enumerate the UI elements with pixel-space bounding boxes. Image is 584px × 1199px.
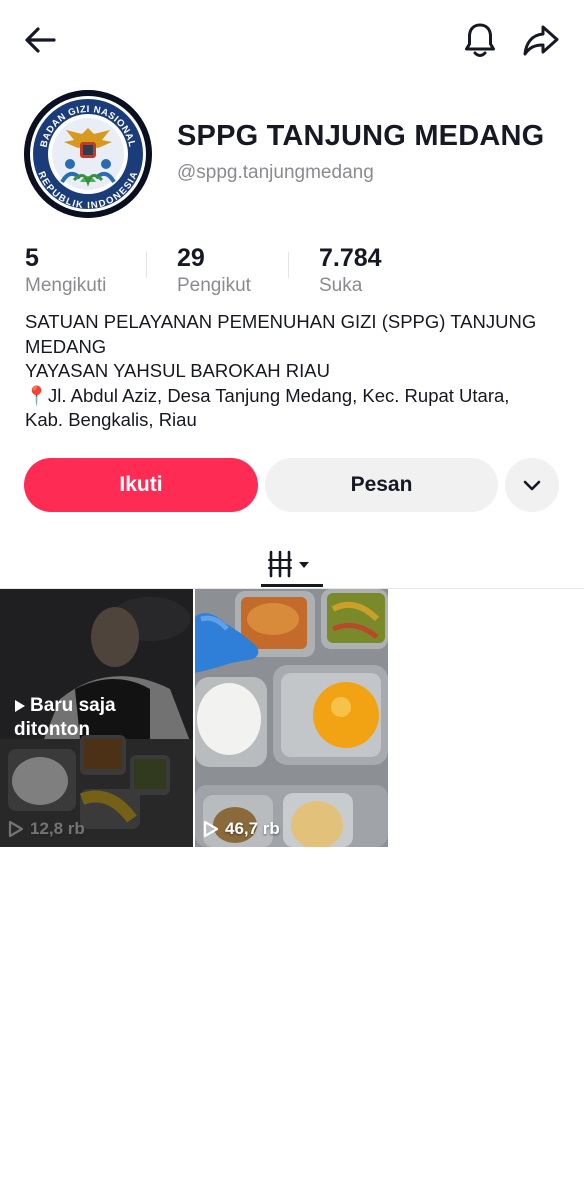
view-count-value: 12,8 rb (30, 819, 85, 838)
video-thumbnail[interactable]: 46,7 rb (195, 589, 388, 847)
stat-divider (288, 252, 289, 278)
recently-watched-line1: Baru saja (30, 695, 116, 716)
video-thumbnail-image (195, 589, 388, 847)
active-tab-indicator (261, 584, 323, 587)
tab-videos[interactable] (261, 540, 323, 586)
view-count: 12,8 rb (8, 819, 85, 839)
profile-name: SPPG TANJUNG MEDANG (177, 120, 545, 152)
view-count: 46,7 rb (203, 819, 280, 839)
badan-gizi-logo: BADAN GIZI NASIONAL REPUBLIK INDONESIA (24, 90, 152, 218)
more-options-button[interactable] (505, 458, 559, 512)
play-outline-icon (8, 820, 24, 838)
chevron-down-icon (523, 480, 541, 491)
grid-columns-icon (268, 550, 309, 578)
stat-likes[interactable]: 7.784 Suka (319, 243, 382, 298)
stat-likes-label: Suka (319, 275, 363, 296)
stat-following[interactable]: 5 Mengikuti (25, 243, 106, 298)
bio-line: YAYASAN YAHSUL BAROKAH RIAU (25, 360, 330, 381)
stat-likes-value: 7.784 (319, 244, 382, 272)
recently-watched-overlay: Baru saja ditonton (14, 694, 116, 742)
stat-followers-label: Pengikut (177, 275, 251, 296)
stat-followers-value: 29 (177, 244, 205, 272)
bio-line: MEDANG (25, 335, 107, 357)
avatar[interactable]: BADAN GIZI NASIONAL REPUBLIK INDONESIA (24, 90, 152, 218)
message-button[interactable]: Pesan (265, 458, 498, 512)
profile-handle: @sppg.tanjungmedang (177, 162, 374, 183)
share-button[interactable] (518, 18, 564, 62)
stat-followers[interactable]: 29 Pengikut (177, 243, 251, 298)
follow-button[interactable]: Ikuti (24, 458, 258, 512)
play-icon (15, 700, 25, 712)
bio-line: SATUAN PELAYANAN PEMENUHAN GIZI (SPPG) T… (25, 311, 537, 332)
share-arrow-icon (523, 25, 559, 56)
back-button[interactable] (18, 20, 62, 60)
profile-bio: SATUAN PELAYANAN PEMENUHAN GIZI (SPPG) T… (25, 310, 570, 433)
stat-following-label: Mengikuti (25, 275, 107, 296)
stat-following-value: 5 (25, 244, 39, 272)
view-count-value: 46,7 rb (225, 819, 280, 838)
stat-divider (146, 252, 147, 278)
bio-line: Kab. Bengkalis, Riau (25, 409, 197, 430)
bio-line: 📍Jl. Abdul Aziz, Desa Tanjung Medang, Ke… (25, 384, 510, 406)
video-thumbnail[interactable]: Baru saja ditonton 12,8 rb (0, 589, 193, 847)
bell-icon (465, 23, 495, 57)
play-outline-icon (203, 820, 219, 838)
notification-button[interactable] (458, 18, 502, 62)
arrow-left-icon (25, 27, 56, 53)
recently-watched-line2: ditonton (14, 719, 90, 740)
